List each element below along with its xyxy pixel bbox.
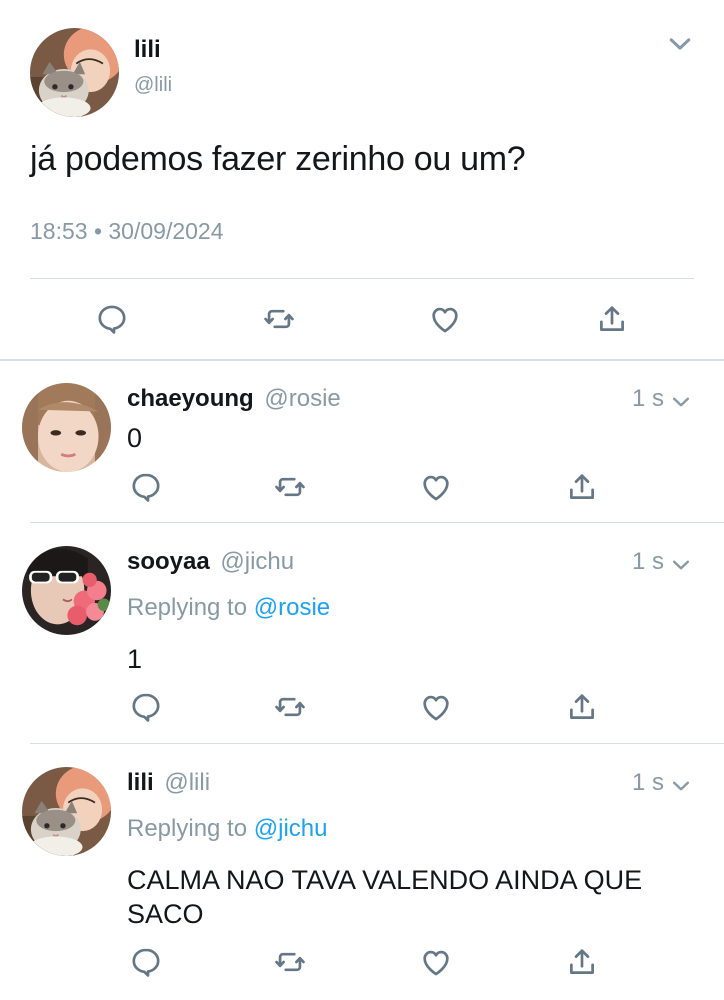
- retweet-icon[interactable]: [272, 469, 308, 505]
- reply-text: 1: [127, 644, 143, 674]
- reply-tweet: sooyaa @jichu 1 s Replying to @rosie 1: [0, 524, 724, 743]
- chevron-down-icon[interactable]: [668, 554, 694, 581]
- like-icon[interactable]: [418, 944, 454, 980]
- avatar-photo-icon: [30, 28, 119, 117]
- share-icon[interactable]: [594, 301, 630, 337]
- author-name[interactable]: chaeyoung: [127, 385, 254, 412]
- divider: [30, 522, 724, 523]
- author-name[interactable]: lili: [127, 769, 154, 796]
- author-handle[interactable]: @jichu: [220, 548, 294, 575]
- retweet-icon[interactable]: [261, 301, 297, 337]
- replying-label: Replying to: [127, 594, 248, 621]
- reply-header: sooyaa @jichu: [127, 548, 294, 576]
- replying-label: Replying to: [127, 815, 248, 842]
- tweet-timestamp[interactable]: 18:53 • 30/09/2024: [30, 218, 224, 245]
- chevron-down-icon[interactable]: [664, 30, 696, 63]
- chevron-down-icon[interactable]: [668, 391, 694, 418]
- author-handle[interactable]: @lili: [134, 74, 172, 97]
- avatar-photo-icon: [22, 383, 111, 472]
- replying-to: Replying to @jichu: [127, 815, 327, 843]
- author-handle[interactable]: @lili: [164, 769, 210, 796]
- share-icon[interactable]: [564, 469, 600, 505]
- reply-icon[interactable]: [94, 301, 130, 337]
- like-icon[interactable]: [418, 469, 454, 505]
- author-name[interactable]: sooyaa: [127, 548, 210, 575]
- mention-link[interactable]: @rosie: [254, 594, 330, 621]
- reply-tweet: chaeyoung @rosie 1 s 0: [0, 361, 724, 522]
- reply-header: chaeyoung @rosie: [127, 385, 341, 413]
- share-icon[interactable]: [564, 944, 600, 980]
- retweet-icon[interactable]: [272, 944, 308, 980]
- reply-time: 1 s: [631, 548, 664, 575]
- tweet-text: já podemos fazer zerinho ou um?: [30, 140, 526, 178]
- author-handle[interactable]: @rosie: [264, 385, 340, 412]
- like-icon[interactable]: [427, 301, 463, 337]
- reply-tweet: lili @lili 1 s Replying to @jichu CALMA …: [0, 745, 724, 1000]
- main-tweet: lili @lili já podemos fazer zerinho ou u…: [0, 0, 724, 360]
- reply-header: lili @lili: [127, 769, 210, 797]
- reply-icon[interactable]: [128, 944, 164, 980]
- avatar[interactable]: [22, 546, 111, 635]
- reply-time: 1 s: [631, 769, 664, 796]
- reply-text: 0: [127, 423, 143, 453]
- avatar[interactable]: [22, 767, 111, 856]
- author-name[interactable]: lili: [134, 36, 161, 64]
- avatar[interactable]: [22, 383, 111, 472]
- reply-icon[interactable]: [128, 689, 164, 725]
- reply-text: CALMA NAO TAVA VALENDO AINDA QUE SACO: [127, 865, 643, 929]
- retweet-icon[interactable]: [272, 689, 308, 725]
- chevron-down-icon[interactable]: [668, 775, 694, 802]
- reply-icon[interactable]: [128, 469, 164, 505]
- avatar-photo-icon: [22, 546, 111, 635]
- share-icon[interactable]: [564, 689, 600, 725]
- divider: [30, 743, 724, 744]
- like-icon[interactable]: [418, 689, 454, 725]
- replying-to: Replying to @rosie: [127, 594, 330, 622]
- divider: [30, 278, 694, 279]
- mention-link[interactable]: @jichu: [254, 815, 328, 842]
- avatar[interactable]: [30, 28, 119, 117]
- avatar-photo-icon: [22, 767, 111, 856]
- reply-time: 1 s: [631, 385, 664, 412]
